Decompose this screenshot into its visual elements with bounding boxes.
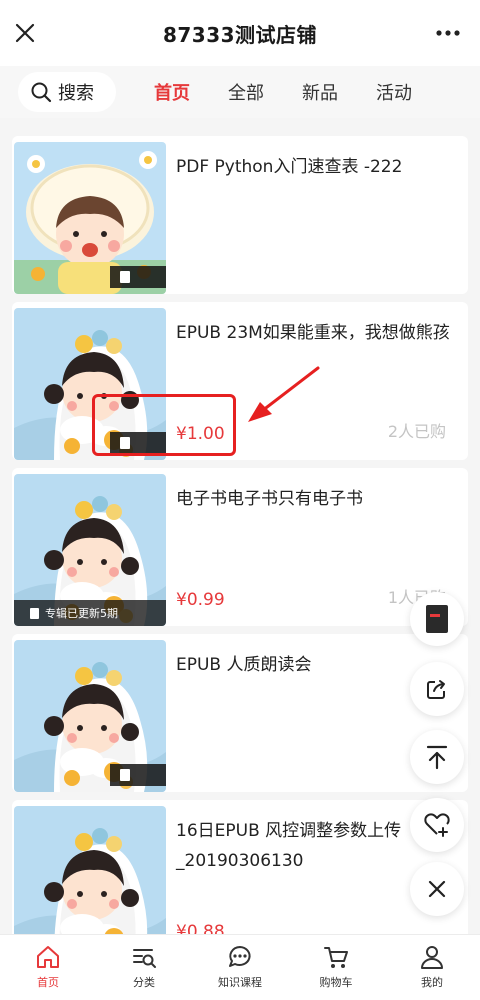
document-icon: [120, 769, 130, 781]
product-cover: [14, 142, 166, 294]
favorite-add-icon: [424, 813, 450, 837]
share-icon: [427, 680, 445, 699]
product-title: EPUB 23M如果能重来，我想做熊孩: [176, 323, 450, 343]
product-title: PDF Python入门速查表 -222: [176, 157, 403, 177]
bottom-tab-label: 我的: [421, 976, 443, 989]
favorite-add-button[interactable]: [410, 798, 464, 852]
product-card[interactable]: EPUB 人质朗读会: [12, 634, 468, 792]
search-icon: [31, 82, 52, 103]
bottom-tab-label: 购物车: [319, 976, 353, 989]
product-cover: [14, 640, 166, 792]
book-thumbnail-button[interactable]: [410, 592, 464, 646]
chat-icon: [229, 946, 251, 967]
product-price: ¥0.99: [176, 590, 225, 610]
cart-icon: [324, 947, 348, 968]
bottom-tab-label: 知识课程: [218, 976, 262, 989]
bottom-tab-cart[interactable]: 购物车: [288, 935, 384, 1000]
tab-new[interactable]: 新品: [302, 79, 338, 105]
album-badge: 专辑已更新5期: [14, 600, 166, 626]
title-bar: 87333测试店铺: [0, 0, 480, 66]
bottom-tab-category[interactable]: 分类: [96, 935, 192, 1000]
bottom-nav: 首页 分类 知识课程 购物车 我的: [0, 934, 480, 1000]
more-icon[interactable]: [430, 18, 466, 48]
home-icon: [37, 946, 59, 968]
close-floating-button[interactable]: [410, 862, 464, 916]
category-icon: [133, 949, 156, 968]
nav-bar: 搜索 首页 全部 新品 活动: [0, 66, 480, 118]
page-title: 87333测试店铺: [162, 22, 318, 47]
product-title: 16日EPUB 风控调整参数上传_20190306130: [176, 821, 402, 871]
tab-activity[interactable]: 活动: [376, 79, 412, 105]
back-to-top-icon: [426, 745, 448, 770]
close-icon: [428, 880, 446, 898]
product-cover: 专辑已更新5期: [14, 474, 166, 626]
bottom-tab-label: 首页: [37, 976, 59, 989]
bottom-tab-home[interactable]: 首页: [0, 935, 96, 1000]
tab-all[interactable]: 全部: [228, 79, 264, 105]
product-title: 电子书电子书只有电子书: [176, 489, 363, 509]
book-thumbnail-icon: [426, 605, 448, 633]
search-label: 搜索: [58, 83, 94, 104]
profile-icon: [421, 946, 443, 969]
media-badge: [110, 764, 166, 786]
annotation-arrow: [248, 366, 320, 422]
bottom-tab-courses[interactable]: 知识课程: [192, 935, 288, 1000]
bottom-tab-label: 分类: [133, 976, 155, 989]
back-to-top-button[interactable]: [410, 730, 464, 784]
product-card[interactable]: 专辑已更新5期 电子书电子书只有电子书 ¥0.99 1人已购: [12, 468, 468, 626]
document-icon: [120, 271, 130, 283]
product-card[interactable]: PDF Python入门速查表 -222: [12, 136, 468, 294]
search-button[interactable]: 搜索: [18, 72, 116, 112]
bottom-tab-profile[interactable]: 我的: [384, 935, 480, 1000]
album-icon: [30, 607, 39, 619]
album-badge-label: 专辑已更新5期: [45, 607, 118, 620]
media-badge: [110, 266, 166, 288]
annotation-box: [92, 394, 236, 456]
sold-count: 2人已购: [387, 422, 446, 441]
share-button[interactable]: [410, 662, 464, 716]
tab-home[interactable]: 首页: [154, 79, 190, 105]
close-icon[interactable]: [10, 18, 40, 48]
